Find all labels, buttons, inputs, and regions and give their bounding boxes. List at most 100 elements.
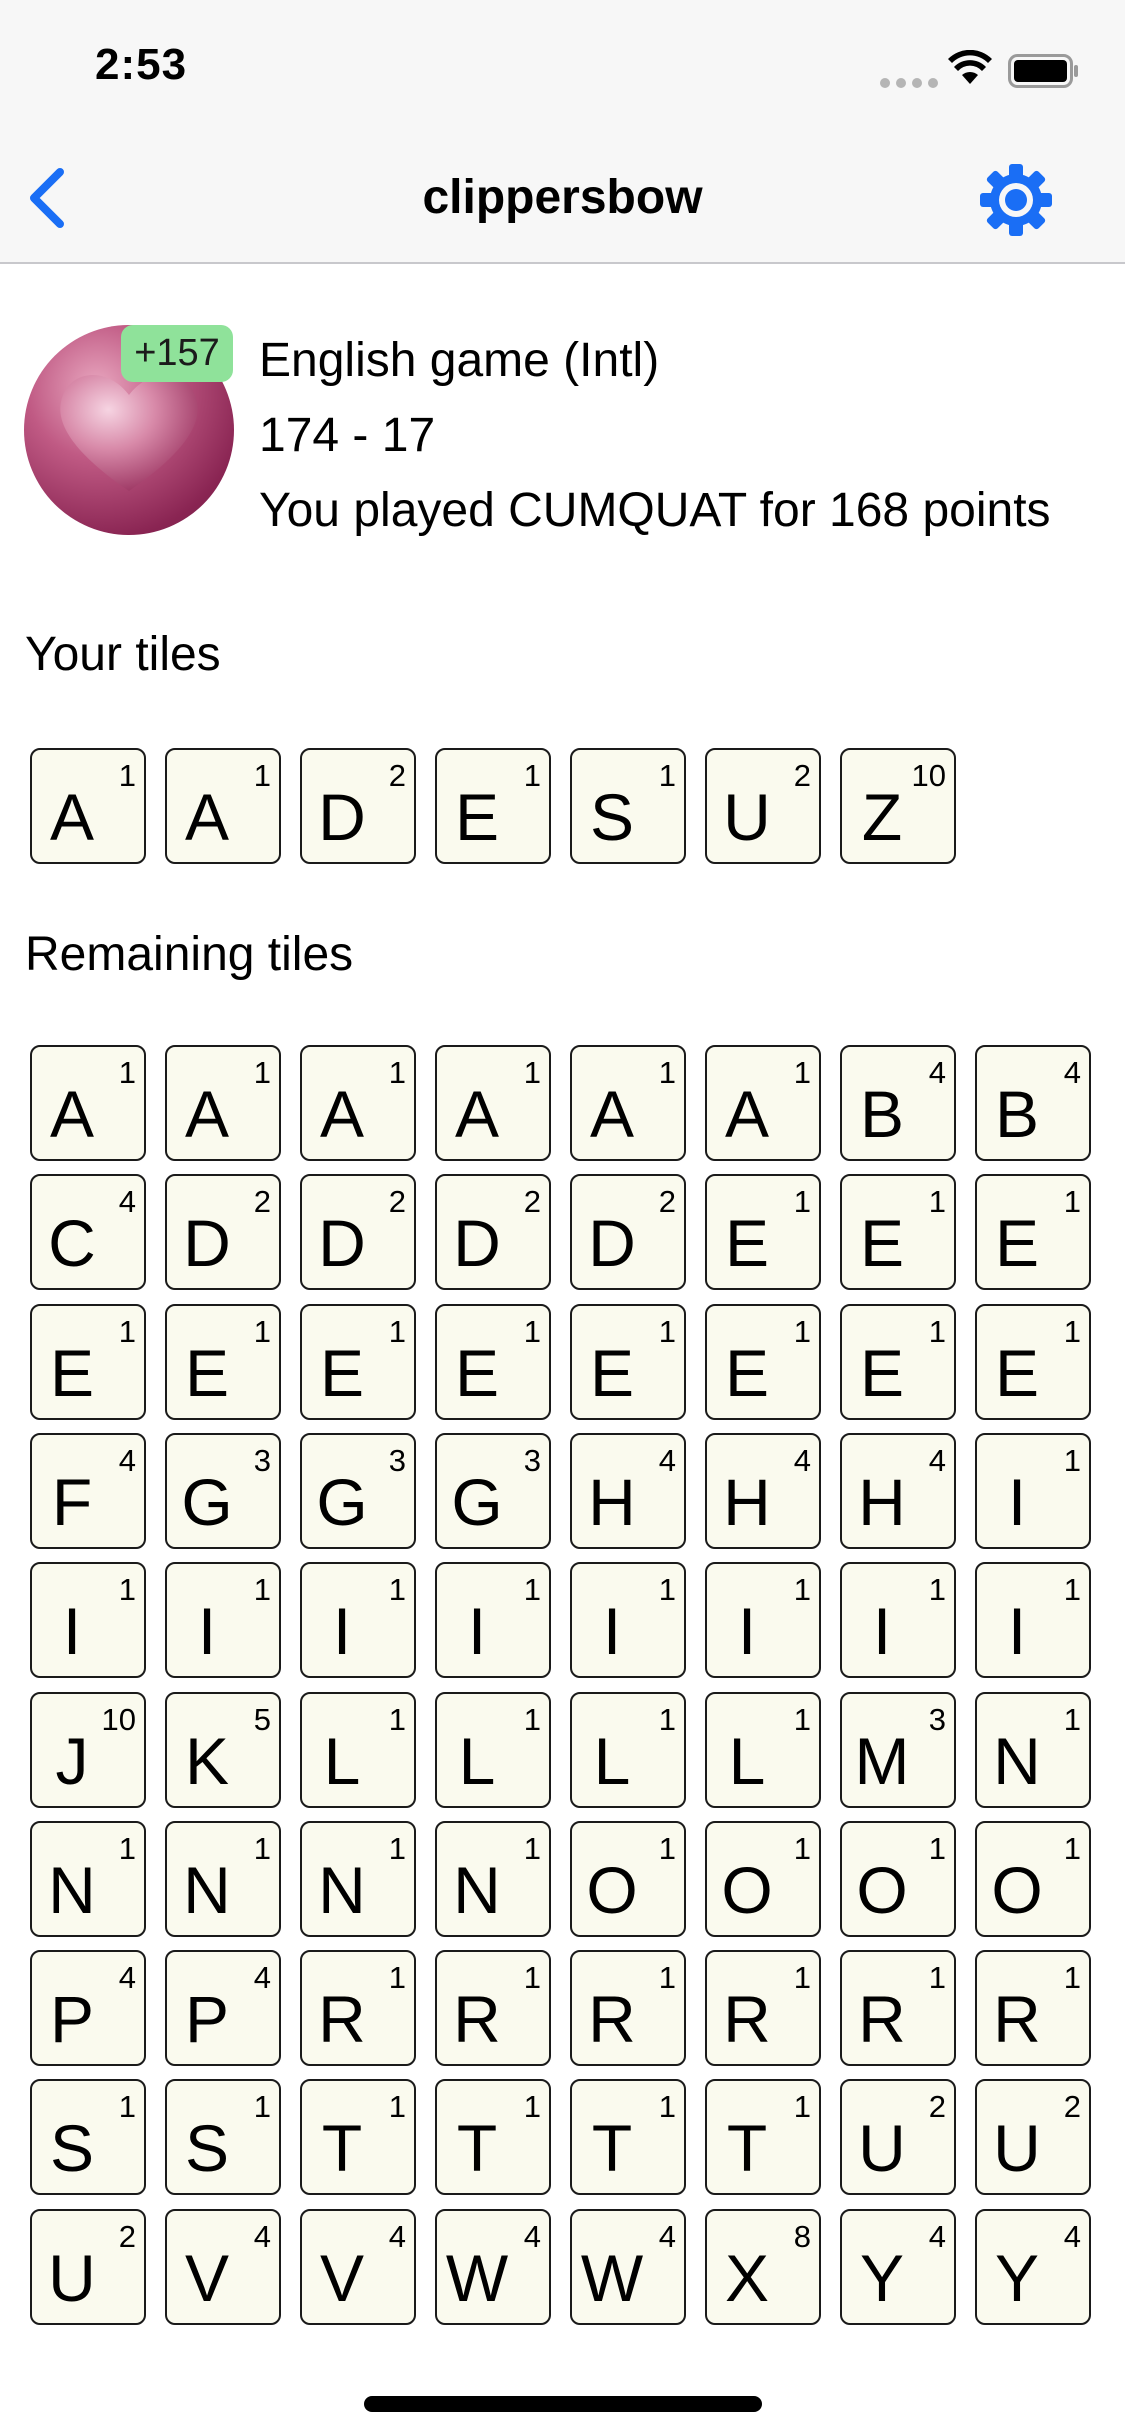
letter-tile: G3 [165, 1432, 281, 1549]
home-indicator [364, 2396, 762, 2412]
tile-letter: R [318, 1982, 366, 2057]
game-info: English game (Intl) 174 - 17 You played … [259, 323, 1051, 548]
tile-value: 1 [793, 1830, 811, 1866]
letter-tile: Y4 [975, 2208, 1091, 2325]
remaining-tiles-heading: Remaining tiles [25, 928, 354, 981]
letter-tile: O1 [975, 1820, 1091, 1937]
tile-letter: L [593, 1723, 631, 1798]
tile-value: 1 [928, 1830, 946, 1866]
letter-tile: V4 [165, 2208, 281, 2325]
letter-tile: H4 [840, 1432, 956, 1549]
tile-value: 1 [793, 2089, 811, 2125]
letter-tile: L1 [705, 1691, 821, 1808]
tile-value: 1 [1063, 1572, 1081, 1608]
letter-tile: P4 [30, 1950, 146, 2067]
letter-tile: E1 [975, 1303, 1091, 1420]
tile-letter: J [55, 1723, 89, 1798]
tile-value: 2 [523, 1184, 541, 1220]
letter-tile: L1 [435, 1691, 551, 1808]
tile-letter: L [728, 1723, 766, 1798]
tile-value: 1 [658, 1830, 676, 1866]
tile-value: 4 [928, 2218, 946, 2254]
tile-value: 2 [388, 1184, 406, 1220]
letter-tile: V4 [300, 2208, 416, 2325]
letter-tile: R1 [435, 1950, 551, 2067]
tile-value: 1 [118, 1313, 136, 1349]
your-tiles-heading: Your tiles [25, 628, 221, 681]
letter-tile: B4 [840, 1045, 956, 1161]
letter-tile: U2 [705, 748, 821, 864]
tile-letter: I [197, 1594, 217, 1669]
tile-letter: T [726, 2111, 768, 2186]
tile-value: 1 [388, 1313, 406, 1349]
tile-letter: S [49, 2111, 95, 2186]
tile-letter: Y [994, 2240, 1040, 2315]
letter-tile: O1 [705, 1820, 821, 1937]
tile-letter: E [724, 1206, 770, 1281]
tile-value: 1 [658, 1055, 676, 1090]
tile-value: 1 [253, 1830, 271, 1866]
letter-tile: E1 [840, 1174, 956, 1291]
tile-letter: I [737, 1594, 757, 1669]
tile-value: 1 [523, 1055, 541, 1090]
letter-tile: G3 [435, 1432, 551, 1549]
score-delta-badge: +157 [121, 325, 233, 382]
letter-tile: R1 [300, 1950, 416, 2067]
letter-tile: E1 [705, 1303, 821, 1420]
tile-value: 1 [1063, 1960, 1081, 1996]
tile-letter: T [591, 2111, 633, 2186]
tile-value: 1 [523, 1313, 541, 1349]
tile-value: 2 [388, 758, 406, 793]
letter-tile: E1 [300, 1303, 416, 1420]
tile-letter: E [994, 1335, 1040, 1410]
tile-letter: O [991, 1852, 1043, 1927]
tile-letter: G [316, 1464, 368, 1539]
tile-letter: L [323, 1723, 361, 1798]
last-move: You played CUMQUAT for 168 points [259, 484, 1051, 537]
letter-tile: O1 [840, 1820, 956, 1937]
tile-letter: A [184, 780, 230, 854]
tile-value: 4 [928, 1442, 946, 1478]
letter-tile: E1 [840, 1303, 956, 1420]
battery-icon [1008, 54, 1078, 88]
tile-letter: V [319, 2240, 365, 2315]
tile-letter: R [858, 1982, 906, 2057]
letter-tile: O1 [570, 1820, 686, 1937]
tile-value: 4 [118, 1960, 136, 1996]
letter-tile: A1 [30, 748, 146, 864]
tile-letter: I [872, 1594, 892, 1669]
tile-value: 3 [388, 1442, 406, 1478]
tile-value: 1 [388, 1830, 406, 1866]
tile-letter: E [454, 1335, 500, 1410]
tile-value: 1 [793, 1960, 811, 1996]
tile-value: 4 [1063, 2218, 1081, 2254]
tile-value: 1 [388, 1055, 406, 1090]
letter-tile: L1 [300, 1691, 416, 1808]
letter-tile: E1 [975, 1174, 1091, 1291]
letter-tile: U2 [840, 2079, 956, 2196]
tile-letter: Y [859, 2240, 905, 2315]
game-name: English game (Intl) [259, 334, 660, 387]
tile-letter: A [184, 1077, 230, 1151]
gear-icon[interactable] [978, 162, 1054, 238]
letter-tile: D2 [300, 1174, 416, 1291]
letter-tile: R1 [570, 1950, 686, 2067]
tile-letter: K [184, 1723, 230, 1798]
tile-letter: E [49, 1335, 95, 1410]
letter-tile: A1 [705, 1045, 821, 1161]
tile-value: 1 [388, 1572, 406, 1608]
tile-value: 10 [101, 1701, 136, 1737]
letter-tile: I1 [570, 1562, 686, 1679]
letter-tile: W4 [570, 2208, 686, 2325]
letter-tile: N1 [435, 1820, 551, 1937]
tile-value: 1 [253, 758, 271, 793]
tile-value: 1 [523, 1701, 541, 1737]
letter-tile: I1 [705, 1562, 821, 1679]
tile-letter: A [319, 1077, 365, 1151]
tile-letter: E [724, 1335, 770, 1410]
tile-value: 1 [1063, 1830, 1081, 1866]
tile-letter: N [48, 1852, 96, 1927]
letter-tile: E1 [435, 1303, 551, 1420]
letter-tile: R1 [975, 1950, 1091, 2067]
letter-tile: F4 [30, 1432, 146, 1549]
